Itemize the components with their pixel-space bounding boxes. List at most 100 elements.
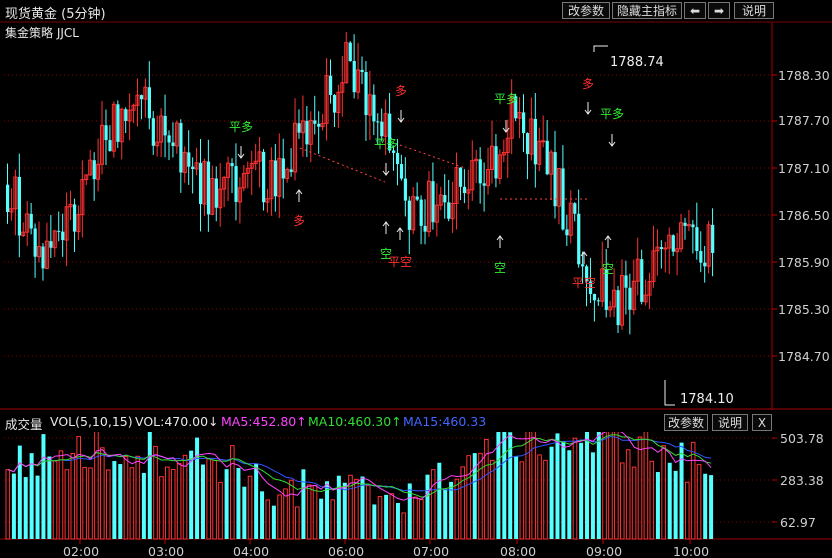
volume-bar — [443, 489, 448, 539]
high-label: 1788.74 — [610, 55, 664, 70]
volume-bar — [312, 484, 318, 540]
candle-body — [573, 203, 577, 214]
candle-body — [191, 166, 195, 170]
volume-bar — [673, 470, 678, 539]
volume-bar — [430, 469, 436, 540]
volume-bar — [70, 452, 76, 540]
price-tick: 1787.70 — [778, 113, 830, 128]
candle-body — [695, 227, 699, 252]
volume-bar — [165, 466, 170, 540]
time-label: 10:00 — [673, 544, 709, 558]
volume-bar — [254, 463, 259, 539]
volume-bar — [295, 506, 300, 540]
candle-body — [352, 61, 356, 93]
candle-body — [462, 186, 467, 194]
volume-bar — [608, 432, 613, 540]
volume-bar — [572, 437, 578, 540]
volume-bar — [555, 433, 560, 539]
volume-bar — [112, 461, 117, 539]
candle-body — [332, 95, 337, 113]
candle-body — [533, 118, 538, 165]
volume-close-icon[interactable]: X — [752, 414, 772, 431]
candle-body — [281, 158, 285, 179]
volume-bar — [82, 467, 87, 540]
volume-bar — [58, 450, 64, 540]
volume-tick: 283.38 — [780, 473, 824, 488]
volume-bars — [5, 432, 714, 540]
candle-body — [541, 140, 546, 143]
candle-body — [124, 109, 128, 121]
volume-bar — [561, 441, 566, 539]
candle-body — [671, 235, 675, 252]
volume-bar — [277, 494, 282, 540]
volume-bar — [94, 432, 99, 540]
candle-body — [29, 213, 33, 229]
candle-body — [525, 133, 530, 155]
volume-bar — [247, 475, 253, 540]
volume-bar — [29, 453, 34, 539]
volume-bar — [496, 432, 501, 539]
volume-bar — [514, 456, 519, 539]
volume-bar — [336, 475, 341, 539]
candle-body — [199, 162, 203, 205]
candle-body — [596, 300, 601, 302]
volume-bar — [135, 455, 141, 540]
candle-body — [305, 120, 309, 145]
candle-body — [147, 87, 151, 119]
signal-label: 平空 — [572, 276, 596, 290]
signal-label: 多 — [582, 77, 594, 91]
candle-body — [624, 275, 628, 288]
volume-bar — [585, 432, 590, 539]
volume-bar — [690, 441, 696, 540]
volume-chart[interactable]: 503.78 283.38 62.97 02:00 03:00 04:00 06:00… — [0, 432, 832, 558]
candle-body — [553, 152, 557, 207]
volume-bar — [118, 464, 123, 539]
volume-edit-params-button[interactable]: 改参数 — [664, 414, 708, 431]
volume-help-button[interactable]: 说明 — [712, 414, 748, 431]
ma15-value: MA15:460.33 — [403, 414, 487, 429]
signal-label: 平多 — [374, 137, 398, 151]
volume-bar — [454, 478, 460, 540]
volume-bar — [23, 477, 28, 539]
volume-bar — [407, 483, 412, 539]
price-axis: 1788.30 1787.70 1787.10 1786.50 1785.90 … — [778, 68, 830, 364]
candle-body — [167, 135, 171, 143]
candle-body — [41, 246, 45, 269]
candle-body — [17, 176, 22, 236]
candle-body — [273, 160, 278, 197]
candle-body — [230, 163, 234, 167]
volume-bar — [384, 494, 389, 539]
volume-bar — [460, 466, 466, 540]
volume-bar — [377, 496, 383, 540]
volume-bar — [35, 475, 40, 539]
volume-bar — [519, 461, 525, 540]
candle-body — [494, 146, 498, 179]
candle-body — [313, 120, 317, 124]
volume-bar — [466, 455, 471, 540]
candle-body — [395, 152, 400, 165]
candle-body — [234, 166, 238, 202]
price-chart[interactable]: 平多多多平多空平空平多空多平多平空空 1788.30 1787.70 1787.… — [0, 0, 832, 410]
volume-bar — [579, 442, 584, 539]
candle-body — [61, 231, 65, 241]
candle-body — [364, 71, 368, 116]
candle-body — [92, 160, 96, 180]
candle-body — [104, 125, 108, 141]
volume-bar — [306, 484, 312, 540]
volume-tick: 503.78 — [780, 432, 824, 446]
candle-body — [33, 228, 37, 257]
candle-body — [581, 264, 585, 267]
volume-bar — [413, 496, 418, 540]
volume-bar — [301, 469, 306, 539]
volume-bar — [419, 499, 424, 540]
candlesticks — [6, 32, 715, 335]
candle-body — [380, 121, 384, 137]
volume-grid — [0, 437, 832, 540]
volume-bar — [567, 450, 572, 539]
volume-bar — [425, 474, 430, 539]
ma10-value: MA10:460.30↑ — [308, 414, 402, 429]
volume-bar — [667, 462, 672, 539]
volume-bar — [543, 459, 548, 540]
volume-bar — [590, 452, 595, 539]
volume-bar — [437, 462, 442, 539]
